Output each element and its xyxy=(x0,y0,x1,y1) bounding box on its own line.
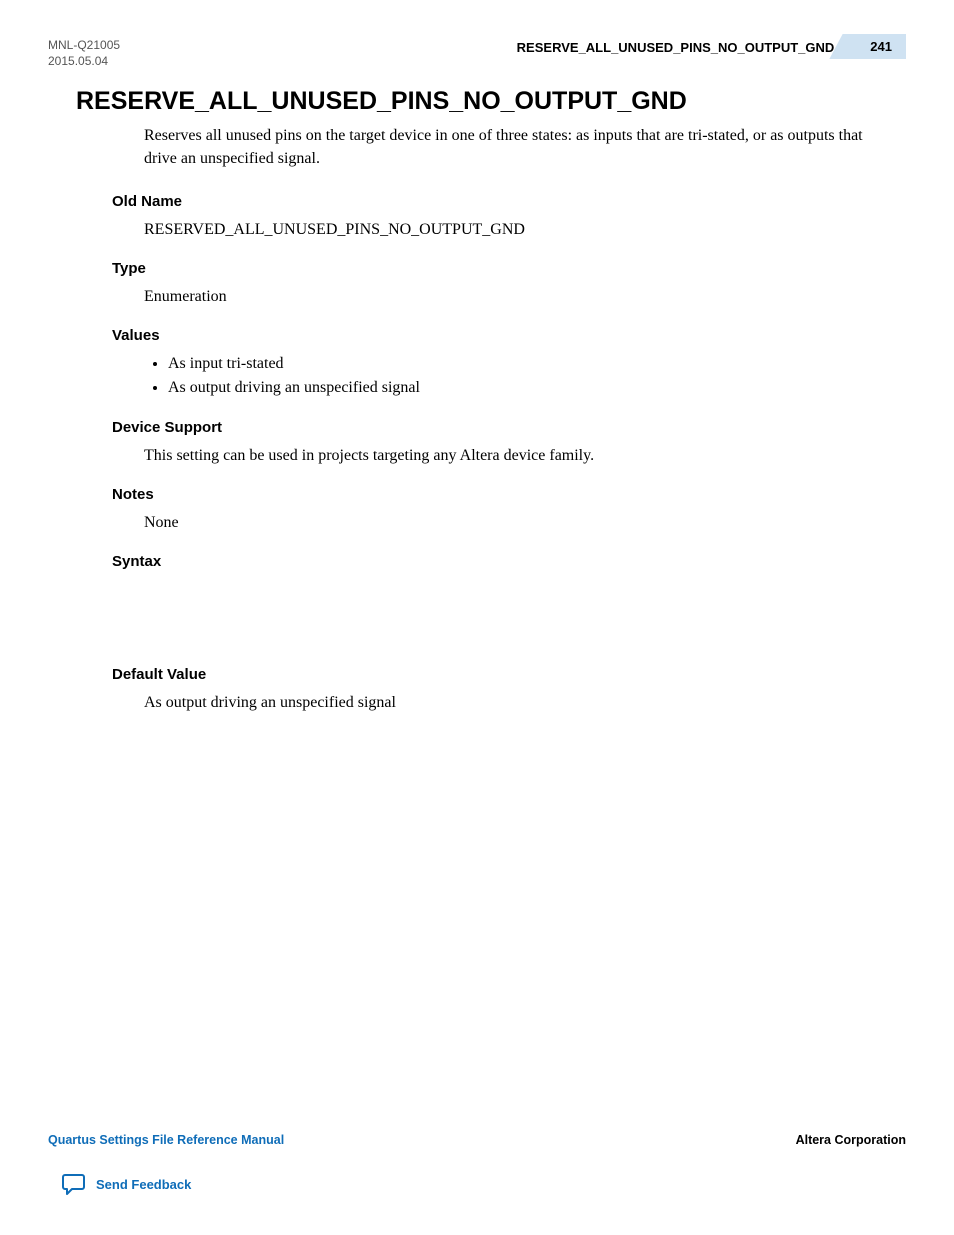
section-heading: Syntax xyxy=(112,553,906,570)
section-heading: Old Name xyxy=(112,193,906,210)
section-body: Enumeration xyxy=(144,285,906,309)
section-notes: Notes None xyxy=(112,486,906,535)
section-body: This setting can be used in projects tar… xyxy=(144,444,906,468)
doc-id: MNL-Q21005 xyxy=(48,38,120,54)
manual-title-link[interactable]: Quartus Settings File Reference Manual xyxy=(48,1133,284,1147)
section-heading: Notes xyxy=(112,486,906,503)
list-item: As input tri-stated xyxy=(168,352,906,377)
doc-date: 2015.05.04 xyxy=(48,54,120,70)
send-feedback-link[interactable]: Send Feedback xyxy=(62,1173,191,1195)
section-body: None xyxy=(144,511,906,535)
values-list: As input tri-stated As output driving an… xyxy=(168,352,906,402)
section-old-name: Old Name RESERVED_ALL_UNUSED_PINS_NO_OUT… xyxy=(112,193,906,242)
list-item: As output driving an unspecified signal xyxy=(168,376,906,401)
intro-paragraph: Reserves all unused pins on the target d… xyxy=(144,124,884,170)
page-footer: Quartus Settings File Reference Manual A… xyxy=(48,1133,906,1147)
section-body: RESERVED_ALL_UNUSED_PINS_NO_OUTPUT_GND xyxy=(144,218,906,242)
page-number: 241 xyxy=(848,34,906,59)
section-heading: Values xyxy=(112,327,906,344)
section-device-support: Device Support This setting can be used … xyxy=(112,419,906,468)
header-breadcrumb: RESERVE_ALL_UNUSED_PINS_NO_OUTPUT_GND xyxy=(517,40,835,55)
section-heading: Device Support xyxy=(112,419,906,436)
topic-title: RESERVE_ALL_UNUSED_PINS_NO_OUTPUT_GND xyxy=(76,87,906,116)
section-type: Type Enumeration xyxy=(112,260,906,309)
send-feedback-label: Send Feedback xyxy=(96,1177,191,1192)
section-values: Values As input tri-stated As output dri… xyxy=(112,327,906,402)
section-syntax: Syntax xyxy=(112,553,906,648)
doc-meta: MNL-Q21005 2015.05.04 xyxy=(48,38,120,69)
section-heading: Default Value xyxy=(112,666,906,683)
header-right: RESERVE_ALL_UNUSED_PINS_NO_OUTPUT_GND 24… xyxy=(517,38,906,56)
company-name: Altera Corporation xyxy=(796,1133,906,1147)
speech-bubble-icon xyxy=(62,1173,86,1195)
section-heading: Type xyxy=(112,260,906,277)
page-header: MNL-Q21005 2015.05.04 RESERVE_ALL_UNUSED… xyxy=(48,38,906,69)
page-number-tab: 241 xyxy=(848,38,906,56)
syntax-placeholder xyxy=(112,578,906,648)
section-body: As output driving an unspecified signal xyxy=(144,691,906,715)
section-default-value: Default Value As output driving an unspe… xyxy=(112,666,906,715)
